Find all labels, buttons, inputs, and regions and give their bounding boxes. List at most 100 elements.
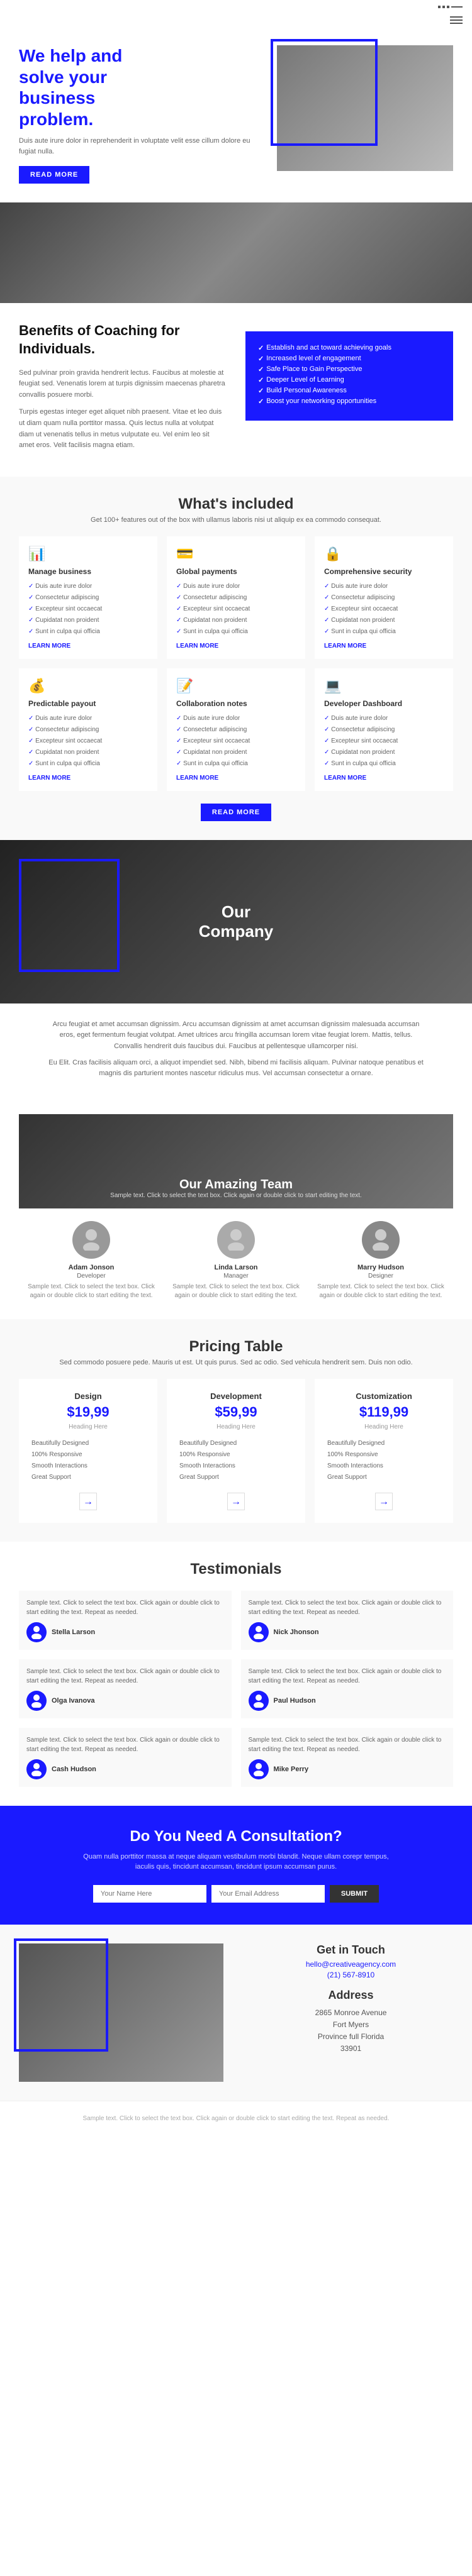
feature-title-2: Comprehensive security	[324, 567, 444, 576]
testimonial-2-text: Sample text. Click to select the text bo…	[26, 1667, 224, 1686]
collaboration-icon: 📝	[176, 678, 296, 694]
feature-card-0: 📊 Manage business Duis aute irure dolor …	[19, 536, 157, 659]
team-title-overlay: Our Amazing Team Sample text. Click to s…	[19, 1178, 453, 1199]
pricing-plan-1-name: Development	[179, 1391, 293, 1401]
hero-title: We help and solve your business problem.	[19, 45, 264, 130]
company-desc-para1: Arcu feugiat et amet accumsan dignissim.…	[47, 1019, 425, 1053]
pricing-plan-0-heading: Heading Here	[31, 1423, 145, 1430]
testimonial-4: Sample text. Click to select the text bo…	[19, 1728, 232, 1787]
team-member-1-desc: Sample text. Click to select the text bo…	[170, 1283, 302, 1300]
feature-list-1: Duis aute irure dolor Consectetur adipis…	[176, 581, 296, 638]
pricing-grid: Design $19,99 Heading Here Beautifully D…	[19, 1379, 453, 1523]
testimonial-3-footer: Paul Hudson	[249, 1691, 446, 1711]
team-member-2-role: Designer	[315, 1273, 447, 1280]
benefit-item-5: Build Personal Awareness	[258, 387, 441, 395]
our-company-section: Our Company	[0, 840, 472, 1003]
team-member-1-avatar	[217, 1221, 255, 1259]
benefit-item-4: Deeper Level of Learning	[258, 376, 441, 384]
contact-section: Get in Touch hello@creativeagency.com (2…	[0, 1925, 472, 2101]
learn-more-2[interactable]: LEARN MORE	[324, 643, 444, 650]
pricing-subtitle: Sed commodo posuere pede. Mauris ut est.…	[19, 1359, 453, 1366]
pricing-plan-2-heading: Heading Here	[327, 1423, 441, 1430]
feature-card-5: 💻 Developer Dashboard Duis aute irure do…	[315, 668, 453, 791]
security-icon: 🔒	[324, 546, 444, 562]
testimonial-0-footer: Stella Larson	[26, 1622, 224, 1642]
pricing-plan-0-price: $19,99	[31, 1404, 145, 1420]
building-photo	[0, 202, 472, 303]
pricing-plan-2-features: Beautifully Designed 100% Responsive Smo…	[327, 1438, 441, 1483]
feature-list-4: Duis aute irure dolor Consectetur adipis…	[176, 713, 296, 770]
pricing-plan-2-price: $119,99	[327, 1404, 441, 1420]
feature-title-5: Developer Dashboard	[324, 699, 444, 708]
team-member-0: Adam Jonson Developer Sample text. Click…	[25, 1221, 157, 1300]
team-member-2-desc: Sample text. Click to select the text bo…	[315, 1283, 447, 1300]
pricing-plan-0-name: Design	[31, 1391, 145, 1401]
learn-more-0[interactable]: LEARN MORE	[28, 643, 148, 650]
contact-building-photo	[19, 1943, 223, 2082]
testimonial-2: Sample text. Click to select the text bo…	[19, 1659, 232, 1718]
testimonial-4-avatar	[26, 1759, 47, 1779]
contact-title: Get in Touch	[249, 1943, 453, 1957]
feature-card-1: 💳 Global payments Duis aute irure dolor …	[167, 536, 305, 659]
learn-more-1[interactable]: LEARN MORE	[176, 643, 296, 650]
hero-image	[277, 45, 453, 171]
benefits-blue-box: Establish and act toward achieving goals…	[245, 331, 453, 421]
contact-info: Get in Touch hello@creativeagency.com (2…	[236, 1943, 453, 2082]
address-title: Address	[249, 1989, 453, 2002]
hamburger-lines[interactable]	[450, 16, 463, 24]
pricing-section: Pricing Table Sed commodo posuere pede. …	[0, 1319, 472, 1542]
testimonial-5-footer: Mike Perry	[249, 1759, 446, 1779]
feature-list-5: Duis aute irure dolor Consectetur adipis…	[324, 713, 444, 770]
testimonial-0-avatar	[26, 1622, 47, 1642]
hamburger-icon[interactable]	[438, 5, 463, 9]
our-company-text-box: Our Company	[199, 902, 273, 941]
contact-email: hello@creativeagency.com	[249, 1960, 453, 1969]
pricing-plan-1-features: Beautifully Designed 100% Responsive Smo…	[179, 1438, 293, 1483]
learn-more-4[interactable]: LEARN MORE	[176, 775, 296, 782]
consultation-name-input[interactable]	[93, 1885, 206, 1903]
manage-business-icon: 📊	[28, 546, 148, 562]
features-grid: 📊 Manage business Duis aute irure dolor …	[19, 536, 453, 791]
pricing-plan-1-price: $59,99	[179, 1404, 293, 1420]
benefits-para2: Turpis egestas integer eget aliquet nibh…	[19, 407, 227, 451]
company-desc-para2: Eu Elit. Cras facilisis aliquam orci, a …	[47, 1058, 425, 1080]
feature-title-4: Collaboration notes	[176, 699, 296, 708]
benefits-left: Benefits of Coaching for Individuals. Se…	[19, 322, 227, 457]
learn-more-3[interactable]: LEARN MORE	[28, 775, 148, 782]
benefits-para1: Sed pulvinar proin gravida hendrerit lec…	[19, 368, 227, 401]
testimonial-0-text: Sample text. Click to select the text bo…	[26, 1598, 224, 1617]
pricing-title: Pricing Table	[19, 1338, 453, 1356]
footer-text: Sample text. Click to select the text bo…	[19, 2114, 453, 2123]
testimonial-1-name: Nick Jhonson	[274, 1628, 319, 1636]
read-more-center: READ MORE	[19, 804, 453, 821]
pricing-plan-1-arrow[interactable]: →	[227, 1493, 245, 1510]
testimonial-5-avatar	[249, 1759, 269, 1779]
consultation-submit-button[interactable]: SUBMIT	[330, 1885, 379, 1903]
feature-title-0: Manage business	[28, 567, 148, 576]
team-member-0-role: Developer	[25, 1273, 157, 1280]
team-background-photo: Our Amazing Team Sample text. Click to s…	[19, 1114, 453, 1208]
address-block: Address 2865 Monroe Avenue Fort Myers Pr…	[249, 1989, 453, 2055]
learn-more-5[interactable]: LEARN MORE	[324, 775, 444, 782]
global-payments-icon: 💳	[176, 546, 296, 562]
testimonial-3-name: Paul Hudson	[274, 1697, 316, 1705]
testimonial-5-name: Mike Perry	[274, 1766, 309, 1773]
pricing-plan-2-arrow[interactable]: →	[375, 1493, 393, 1510]
testimonial-4-footer: Cash Hudson	[26, 1759, 224, 1779]
nav-menu-bar	[0, 14, 472, 26]
address-lines: 2865 Monroe Avenue Fort Myers Province f…	[249, 2007, 453, 2055]
feature-list-3: Duis aute irure dolor Consectetur adipis…	[28, 713, 148, 770]
dashboard-icon: 💻	[324, 678, 444, 694]
hero-read-more-button[interactable]: READ MORE	[19, 166, 89, 184]
testimonial-5: Sample text. Click to select the text bo…	[241, 1728, 454, 1787]
feature-title-1: Global payments	[176, 567, 296, 576]
consultation-email-input[interactable]	[211, 1885, 325, 1903]
testimonial-2-name: Olga Ivanova	[52, 1697, 94, 1705]
pricing-plan-0-arrow[interactable]: →	[79, 1493, 97, 1510]
whats-included-read-more-button[interactable]: READ MORE	[201, 804, 271, 821]
hero-description: Duis aute irure dolor in reprehenderit i…	[19, 136, 264, 157]
feature-list-0: Duis aute irure dolor Consectetur adipis…	[28, 581, 148, 638]
testimonial-1-footer: Nick Jhonson	[249, 1622, 446, 1642]
team-member-1-role: Manager	[170, 1273, 302, 1280]
team-subtitle: Sample text. Click to select the text bo…	[19, 1192, 453, 1199]
